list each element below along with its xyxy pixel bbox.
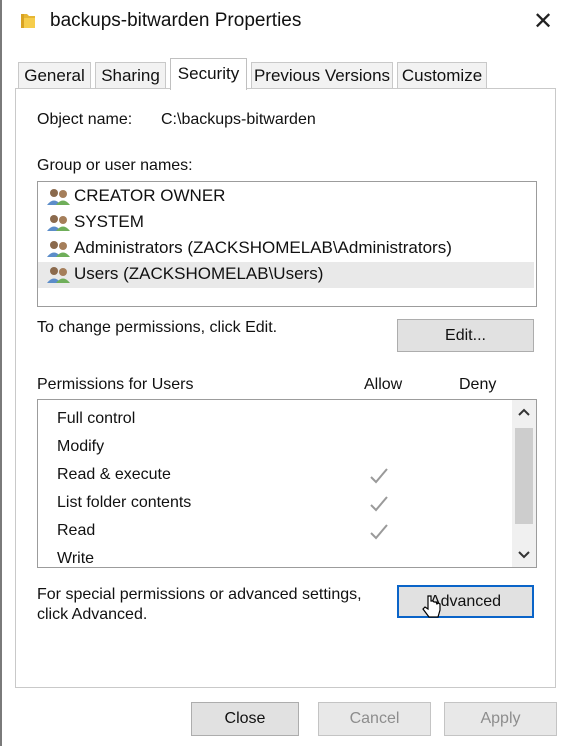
advanced-button[interactable]: Advanced	[397, 585, 534, 618]
tab-general[interactable]: General	[18, 62, 91, 88]
allow-check-icon	[370, 496, 388, 512]
permissions-list[interactable]: Full control Modify Read & execute List …	[37, 399, 537, 568]
permission-label: Modify	[57, 438, 105, 455]
tab-security[interactable]: Security	[170, 58, 247, 90]
permissions-label: Permissions for Users	[37, 376, 194, 393]
close-window-button[interactable]: ✕	[522, 4, 564, 40]
close-button[interactable]: Close	[191, 702, 299, 736]
folder-icon	[21, 14, 35, 28]
permission-label: Read	[57, 522, 96, 539]
special-permissions-hint-line2: click Advanced.	[37, 606, 148, 623]
list-item-creator-owner[interactable]: CREATOR OWNER	[38, 184, 534, 210]
user-group-icon	[47, 215, 70, 231]
chevron-up-icon[interactable]	[516, 404, 532, 420]
tab-customize[interactable]: Customize	[397, 62, 487, 88]
permissions-scrollbar[interactable]	[512, 400, 536, 567]
permission-row-read-execute: Read & execute	[38, 462, 512, 490]
allow-column-header: Allow	[364, 376, 403, 393]
allow-check-icon	[370, 468, 388, 484]
special-permissions-hint-line1: For special permissions or advanced sett…	[37, 586, 362, 603]
permission-row-list-folder-contents: List folder contents	[38, 490, 512, 518]
permission-row-full-control: Full control	[38, 406, 512, 434]
deny-column-header: Deny	[459, 376, 497, 393]
permission-label: Read & execute	[57, 466, 171, 483]
edit-button[interactable]: Edit...	[397, 319, 534, 352]
group-names-label: Group or user names:	[37, 157, 193, 174]
group-label: Administrators (ZACKSHOMELAB\Administrat…	[74, 238, 452, 257]
tab-sharing[interactable]: Sharing	[95, 62, 166, 88]
group-label: Users (ZACKSHOMELAB\Users)	[74, 264, 324, 283]
permission-row-modify: Modify	[38, 434, 512, 462]
user-group-icon	[47, 267, 70, 283]
user-group-icon	[47, 189, 70, 205]
chevron-down-icon[interactable]	[516, 547, 532, 563]
mouse-pointer-icon	[422, 595, 441, 618]
window-title: backups-bitwarden Properties	[50, 10, 302, 31]
object-name-label: Object name:	[37, 111, 133, 128]
permission-label: Write	[57, 550, 95, 567]
tab-previous-versions[interactable]: Previous Versions	[251, 62, 393, 88]
permission-label: List folder contents	[57, 494, 192, 511]
user-group-icon	[47, 241, 70, 257]
list-item-users[interactable]: Users (ZACKSHOMELAB\Users)	[38, 262, 534, 288]
group-label: CREATOR OWNER	[74, 186, 226, 205]
close-icon: ✕	[532, 8, 554, 35]
permission-label: Full control	[57, 410, 136, 427]
change-permissions-hint: To change permissions, click Edit.	[37, 319, 278, 336]
permission-row-read: Read	[38, 518, 512, 546]
list-item-administrators[interactable]: Administrators (ZACKSHOMELAB\Administrat…	[38, 236, 534, 262]
object-name-value: C:\backups-bitwarden	[161, 111, 316, 128]
apply-button[interactable]: Apply	[444, 702, 557, 736]
group-label: SYSTEM	[74, 212, 144, 231]
permission-row-write: Write	[38, 546, 512, 567]
list-item-system[interactable]: SYSTEM	[38, 210, 534, 236]
allow-check-icon	[370, 524, 388, 540]
group-user-list[interactable]: CREATOR OWNER SYSTEM Administrators (ZAC…	[37, 181, 537, 307]
cancel-button[interactable]: Cancel	[318, 702, 431, 736]
background-window-edge	[0, 0, 2, 746]
scrollbar-thumb[interactable]	[515, 428, 533, 524]
